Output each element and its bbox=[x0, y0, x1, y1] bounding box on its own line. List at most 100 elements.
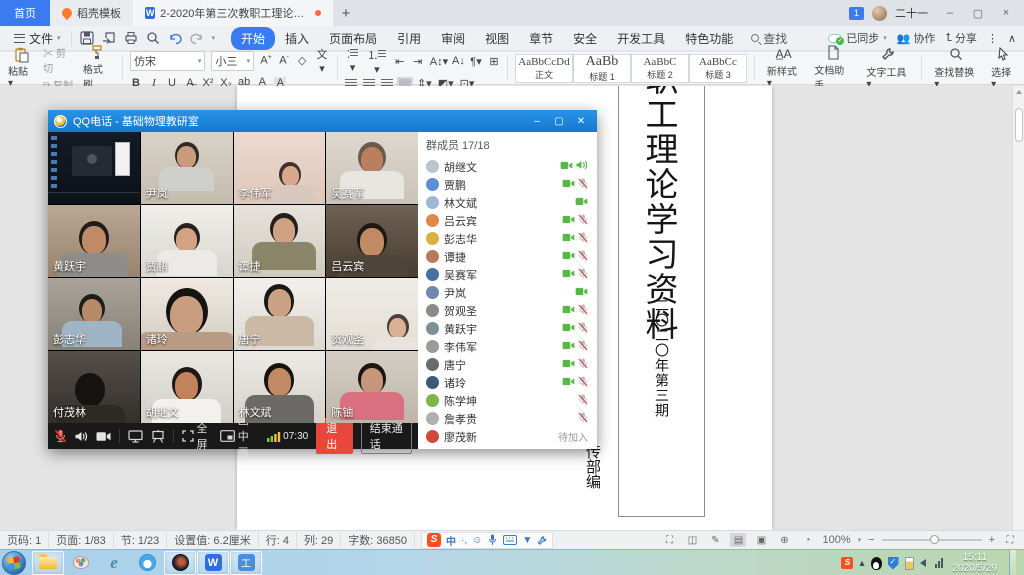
view-two-page-icon[interactable]: ◫ bbox=[684, 533, 700, 547]
sort-icon[interactable]: A↓ bbox=[452, 55, 464, 67]
fit-page-icon[interactable]: ⛶ bbox=[1002, 533, 1018, 547]
style-card-标题 2[interactable]: AaBbC标题 2 bbox=[631, 54, 689, 83]
phonetic-guide-icon[interactable]: 文▾ bbox=[314, 46, 330, 75]
video-tile-陈铀[interactable]: 陈铀 bbox=[326, 351, 418, 423]
window-close-button[interactable]: × bbox=[992, 2, 1020, 24]
taskbar-browser-icon[interactable] bbox=[131, 551, 163, 575]
qq-close-button[interactable]: ✕ bbox=[571, 113, 591, 129]
decrease-font-icon[interactable]: A- bbox=[278, 54, 290, 67]
view-eye-protect-icon[interactable]: ◔ bbox=[799, 533, 815, 547]
notification-badge[interactable]: 1 bbox=[849, 7, 864, 20]
video-tile-彭志华[interactable]: 彭志华 bbox=[48, 278, 140, 350]
end-call-button[interactable]: 结束通话 bbox=[361, 418, 412, 454]
collaborate-button[interactable]: 👥 bbox=[897, 32, 911, 45]
tab-document[interactable]: W2-2020年第三次教职工理论学习资料 bbox=[133, 0, 333, 26]
find-button[interactable]: 查找 bbox=[751, 30, 787, 47]
status-页码[interactable]: 页码: 1 bbox=[0, 532, 49, 548]
style-card-标题 1[interactable]: AaBb标题 1 bbox=[573, 54, 631, 83]
view-print-layout-icon[interactable]: ▤ bbox=[730, 533, 746, 547]
status-页面[interactable]: 页面: 1/83 bbox=[49, 532, 114, 548]
select-button[interactable]: 选择▾ bbox=[986, 47, 1020, 90]
member-row-贺观圣[interactable]: 贺观圣 bbox=[418, 302, 597, 319]
clear-format-icon[interactable]: ◇ bbox=[296, 54, 308, 67]
member-row-贾鹏[interactable]: 贾鹏 bbox=[418, 176, 597, 193]
qq-maximize-button[interactable]: ▢ bbox=[549, 113, 569, 129]
tray-manager-icon[interactable] bbox=[905, 557, 914, 570]
collaborate-label[interactable]: 协作 bbox=[913, 30, 935, 46]
taskbar-paint-icon[interactable] bbox=[65, 551, 97, 575]
view-ink-icon[interactable]: ✎ bbox=[707, 533, 723, 547]
video-tile-林文斌[interactable]: 林文斌 bbox=[234, 351, 326, 423]
menu-item-特色功能[interactable]: 特色功能 bbox=[675, 27, 743, 50]
ime-emoji-icon[interactable]: ☺ bbox=[472, 535, 482, 546]
undo-icon[interactable] bbox=[168, 31, 183, 46]
tray-security-icon[interactable] bbox=[888, 557, 899, 570]
screen-share-button[interactable] bbox=[128, 429, 143, 444]
member-row-吴赛军[interactable]: 吴赛军 bbox=[418, 266, 597, 283]
video-tile-尹岚[interactable]: 尹岚 bbox=[141, 132, 233, 204]
ime-keyboard-icon[interactable] bbox=[502, 533, 517, 548]
ime-voice-icon[interactable] bbox=[487, 533, 497, 548]
exit-button[interactable]: 退出 bbox=[316, 418, 353, 454]
view-reading-icon[interactable]: ▣ bbox=[753, 533, 769, 547]
member-row-陈学坤[interactable]: 陈学坤 bbox=[418, 392, 597, 409]
status-设置值[interactable]: 设置值: 6.2厘米 bbox=[167, 532, 258, 548]
paste-button[interactable]: 粘贴 ▾ bbox=[4, 47, 38, 89]
ime-bar[interactable]: S 中 ·, ☺ ▼ bbox=[421, 532, 553, 549]
window-maximize-button[interactable]: ▢ bbox=[964, 2, 992, 24]
ime-lang-toggle[interactable]: 中 bbox=[446, 533, 456, 548]
status-节[interactable]: 节: 1/23 bbox=[114, 532, 168, 548]
member-row-詹孝贵[interactable]: 詹孝贵 bbox=[418, 410, 597, 427]
doc-assistant-button[interactable]: 文档助手 bbox=[809, 45, 857, 92]
camera-button[interactable] bbox=[96, 429, 111, 444]
outdent-icon[interactable]: ⇤ bbox=[394, 55, 406, 68]
quick-access-more-icon[interactable]: ▾ bbox=[212, 34, 216, 42]
increase-font-icon[interactable]: A+ bbox=[260, 54, 272, 67]
video-tile-谭捷[interactable]: 谭捷 bbox=[234, 205, 326, 277]
fullscreen-button[interactable]: 全屏 bbox=[182, 420, 212, 452]
video-tile-李伟军[interactable]: 李伟军 bbox=[234, 132, 326, 204]
user-avatar[interactable] bbox=[872, 6, 887, 21]
member-row-胡继文[interactable]: 胡继文 bbox=[418, 158, 597, 175]
tray-qq-icon[interactable] bbox=[871, 557, 882, 570]
member-row-诸玲[interactable]: 诸玲 bbox=[418, 374, 597, 391]
qq-minimize-button[interactable]: – bbox=[527, 113, 547, 129]
window-minimize-button[interactable]: – bbox=[936, 2, 964, 24]
bullet-list-button[interactable]: ⁚▾ bbox=[345, 48, 360, 74]
font-name-select[interactable]: 仿宋▾ bbox=[130, 51, 205, 71]
print-preview-icon[interactable] bbox=[146, 31, 161, 46]
member-row-尹岚[interactable]: 尹岚 bbox=[418, 284, 597, 301]
member-row-彭志华[interactable]: 彭志华 bbox=[418, 230, 597, 247]
export-icon[interactable] bbox=[102, 31, 117, 46]
view-fullscreen-icon[interactable]: ⛶ bbox=[661, 533, 677, 547]
redo-icon[interactable] bbox=[190, 31, 205, 46]
video-tile-黄跃宇[interactable]: 黄跃宇 bbox=[48, 205, 140, 277]
ime-toolbox-icon[interactable] bbox=[537, 533, 547, 548]
member-row-唐宁[interactable]: 唐宁 bbox=[418, 356, 597, 373]
scrollbar-thumb[interactable] bbox=[1015, 108, 1023, 142]
zoom-slider[interactable] bbox=[882, 539, 982, 541]
video-tile-贾鹏[interactable]: 贾鹏 bbox=[141, 205, 233, 277]
zoom-in-button[interactable]: + bbox=[989, 534, 995, 546]
tray-volume-icon[interactable] bbox=[920, 559, 926, 567]
scroll-up-icon[interactable] bbox=[1016, 90, 1022, 94]
taskbar-clock[interactable]: 15:112020/5/29 bbox=[953, 552, 998, 574]
ime-skin-icon[interactable]: ▼ bbox=[522, 535, 532, 546]
member-row-黄跃宇[interactable]: 黄跃宇 bbox=[418, 320, 597, 337]
more-menu-icon[interactable]: ⋮ bbox=[987, 32, 998, 45]
taskbar-explorer-icon[interactable] bbox=[32, 551, 64, 575]
menu-item-安全[interactable]: 安全 bbox=[563, 27, 607, 50]
taskbar-tim-icon[interactable]: 工 bbox=[230, 551, 262, 575]
member-row-李伟军[interactable]: 李伟军 bbox=[418, 338, 597, 355]
video-tile-贺观圣[interactable]: 贺观圣 bbox=[326, 278, 418, 350]
taskbar-media-app-icon[interactable] bbox=[164, 551, 196, 575]
indent-icon[interactable]: ⇥ bbox=[412, 55, 424, 68]
microphone-muted-button[interactable] bbox=[54, 429, 67, 444]
member-row-谭捷[interactable]: 谭捷 bbox=[418, 248, 597, 265]
username[interactable]: 二十一 bbox=[895, 5, 928, 21]
show-marks-icon[interactable]: ¶▾ bbox=[470, 55, 482, 68]
tray-network-icon[interactable] bbox=[935, 558, 943, 568]
video-tile-付茂林[interactable]: 付茂林 bbox=[48, 351, 140, 423]
cut-button[interactable]: ✂ 剪切 bbox=[43, 45, 74, 75]
zoom-level[interactable]: 100% bbox=[822, 534, 850, 546]
